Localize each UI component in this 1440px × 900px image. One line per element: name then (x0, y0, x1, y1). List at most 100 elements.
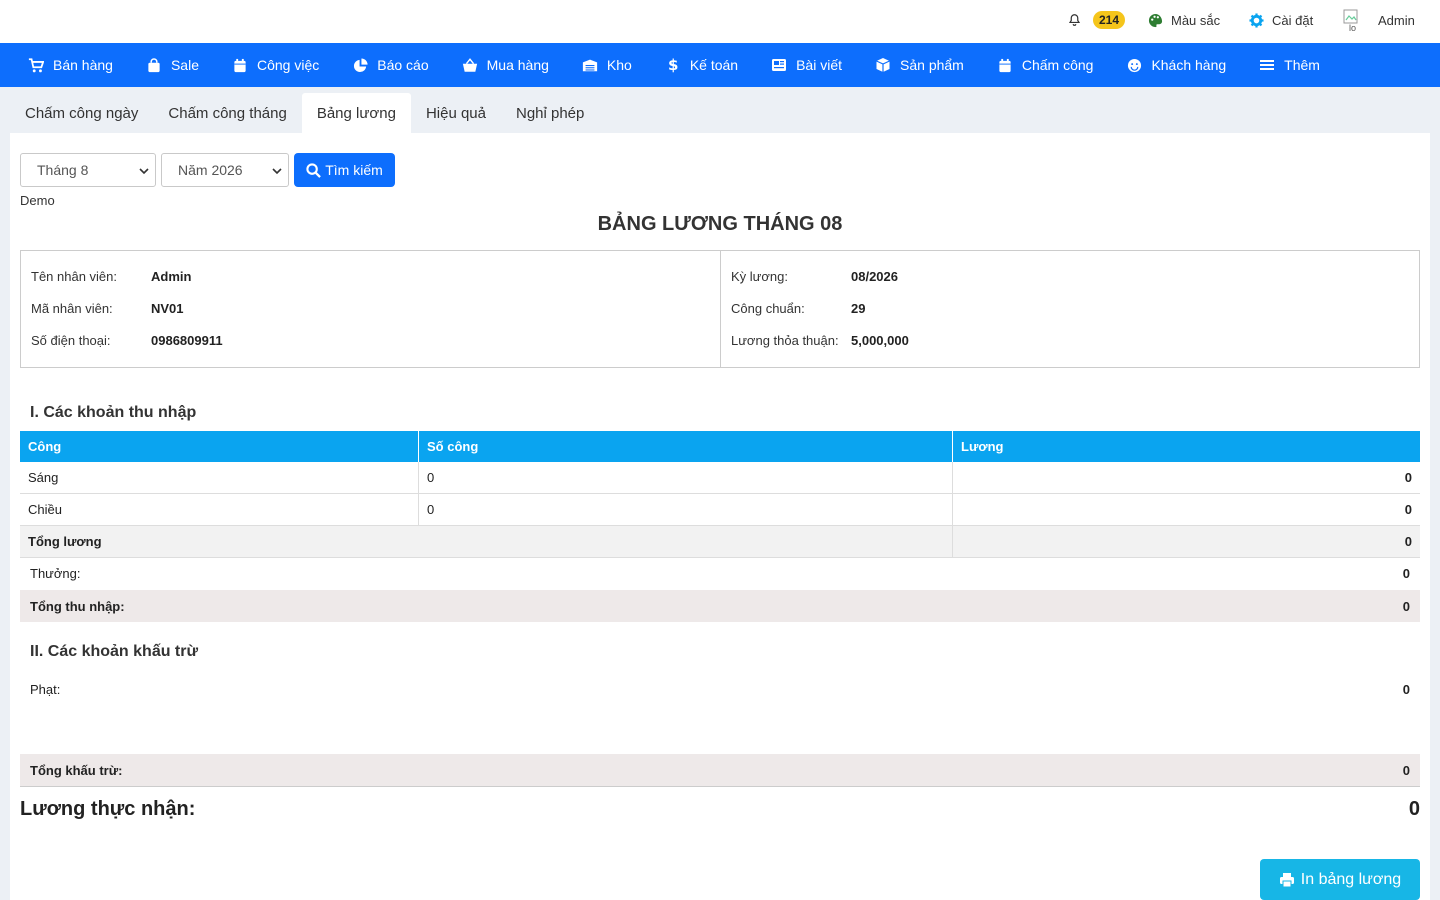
newspaper-icon (772, 59, 787, 71)
year-select[interactable]: Năm 2026 (161, 153, 289, 187)
column-header-salary: Lương (961, 439, 1004, 454)
search-button[interactable]: Tìm kiếm (294, 153, 395, 187)
net-salary-value: 0 (1408, 798, 1420, 820)
shift-cell: Sáng (20, 462, 419, 493)
smile-icon (1127, 58, 1141, 72)
avatar-alt-text: lo (1349, 23, 1357, 31)
nav-item-cong-viec[interactable]: Công việc (232, 57, 319, 73)
tab-bang-luong[interactable]: Bảng lương (301, 93, 411, 134)
agreed-salary: 5,000,000 (851, 333, 909, 348)
total-deductions-label: Tổng khấu trừ: (30, 762, 123, 778)
company-name: Demo (20, 193, 55, 208)
calendar-icon (999, 58, 1011, 72)
nav-item-kho[interactable]: Kho (582, 57, 632, 73)
settings-button[interactable]: Cài đặt (1249, 0, 1313, 40)
employee-name: Admin (151, 269, 192, 284)
chevron-down-icon (139, 168, 149, 175)
tab-cham-cong-ngay[interactable]: Chấm công ngày (10, 93, 153, 134)
period-info: Kỳ lương: 08/2026 Công chuẩn: 29 Lương thỏ… (720, 251, 1419, 367)
nav-item-label: Kho (606, 57, 632, 73)
total-salary-row: Tổng lương 0 (20, 526, 1420, 558)
net-salary-label: Lương thực nhận: (20, 798, 196, 820)
days-cell: 0 (419, 494, 953, 525)
bonus-value: 0 (1402, 565, 1410, 581)
nav-item-cham-cong[interactable]: Chấm công (997, 57, 1094, 73)
month-select-value: Tháng 8 (37, 162, 89, 178)
period-label: Kỳ lương: (731, 269, 788, 284)
main-nav: Bán hàng Sale Công việc Báo cáo Mua hàng… (0, 43, 1440, 87)
warehouse-icon (582, 59, 598, 72)
total-deductions-row: Tổng khấu trừ: 0 (20, 754, 1420, 786)
income-heading: I. Các khoản thu nhập (30, 404, 197, 421)
nav-item-them[interactable]: Thêm (1259, 57, 1320, 73)
fine-label: Phạt: (30, 681, 61, 697)
days-cell: 0 (419, 462, 953, 493)
chevron-down-icon (272, 168, 282, 175)
tab-cham-cong-thang[interactable]: Chấm công tháng (153, 93, 301, 134)
nav-item-mua-hang[interactable]: Mua hàng (462, 57, 549, 73)
employee-phone: 0986809911 (151, 333, 223, 348)
nav-item-label: Sale (170, 57, 199, 73)
palette-icon (1148, 13, 1163, 27)
notifications-button[interactable]: 214 (1068, 0, 1126, 40)
nav-item-ke-toan[interactable]: $ Kế toán (665, 57, 738, 73)
net-salary-row: Lương thực nhận: 0 (20, 798, 1420, 821)
fine-value: 0 (1402, 681, 1410, 697)
bonus-label: Thưởng: (30, 565, 81, 581)
nav-item-ban-hang[interactable]: Bán hàng (28, 57, 113, 73)
svg-text:$: $ (668, 57, 678, 73)
nav-item-label: Báo cáo (377, 57, 429, 73)
tab-nghi-phep[interactable]: Nghỉ phép (501, 93, 599, 134)
total-income-row: Tổng thu nhập: 0 (20, 590, 1420, 622)
nav-item-bao-cao[interactable]: Báo cáo (352, 57, 429, 73)
employee-info: Tên nhân viên: Admin Mã nhân viên: NV01 Số… (21, 251, 720, 367)
table-row: Chiều 0 0 (20, 494, 1420, 526)
settings-label: Cài đặt (1272, 12, 1314, 28)
nav-item-bai-viet[interactable]: Bài viết (771, 57, 842, 73)
menu-icon (1260, 60, 1275, 70)
nav-item-label: Thêm (1284, 57, 1320, 73)
period-value: 08/2026 (851, 269, 898, 284)
employee-code-label: Mã nhân viên: (31, 301, 113, 316)
amount-cell: 0 (1404, 470, 1412, 485)
nav-item-san-pham[interactable]: Sản phẩm (875, 57, 964, 73)
gear-icon (1249, 12, 1264, 28)
income-table: Công Số công Lương Sáng 0 0 Chiều 0 0 Tổ… (20, 431, 1420, 558)
amount-cell: 0 (1404, 502, 1412, 517)
print-payslip-button[interactable]: In bảng lương (1260, 859, 1420, 900)
bag-icon (148, 57, 160, 72)
nav-item-sale[interactable]: Sale (146, 57, 199, 73)
standard-days-label: Công chuẩn: (731, 301, 805, 316)
tab-hieu-qua[interactable]: Hiệu quả (411, 93, 501, 134)
total-deductions-value: 0 (1402, 762, 1410, 778)
nav-item-khach-hang[interactable]: Khách hàng (1126, 57, 1226, 73)
print-button-label: In bảng lương (1300, 870, 1402, 888)
colors-button[interactable]: Màu sắc (1148, 0, 1220, 40)
pie-chart-icon (353, 57, 368, 72)
divider (20, 786, 1420, 787)
search-button-label: Tìm kiếm (325, 162, 383, 178)
nav-item-label: Bài viết (796, 57, 843, 73)
search-icon (306, 162, 322, 178)
agreed-salary-label: Lương thỏa thuận: (731, 333, 839, 348)
table-row: Sáng 0 0 (20, 462, 1420, 494)
bonus-row: Thưởng: 0 (20, 557, 1420, 589)
nav-item-label: Kế toán (689, 57, 739, 73)
nav-item-label: Khách hàng (1151, 57, 1227, 73)
basket-icon (462, 57, 477, 72)
column-header-days: Số công (419, 431, 953, 462)
notification-badge: 214 (1093, 11, 1126, 29)
nav-item-label: Chấm công (1021, 57, 1094, 73)
nav-item-label: Công việc (256, 57, 320, 73)
deductions-heading: II. Các khoản khấu trừ (30, 643, 199, 660)
user-menu[interactable]: lo Admin (1343, 0, 1415, 40)
total-income-label: Tổng thu nhập: (30, 598, 125, 614)
shift-cell: Chiều (20, 494, 419, 525)
sub-tabs: Chấm công ngày Chấm công tháng Bảng lươn… (10, 92, 599, 134)
employee-name-label: Tên nhân viên: (31, 269, 118, 284)
page-title: BẢNG LƯƠNG THÁNG 08 (597, 213, 843, 235)
total-income-value: 0 (1402, 598, 1410, 614)
month-select[interactable]: Tháng 8 (20, 153, 156, 187)
fine-row: Phạt: 0 (20, 673, 1420, 705)
table-header: Công Số công Lương (20, 431, 1420, 462)
